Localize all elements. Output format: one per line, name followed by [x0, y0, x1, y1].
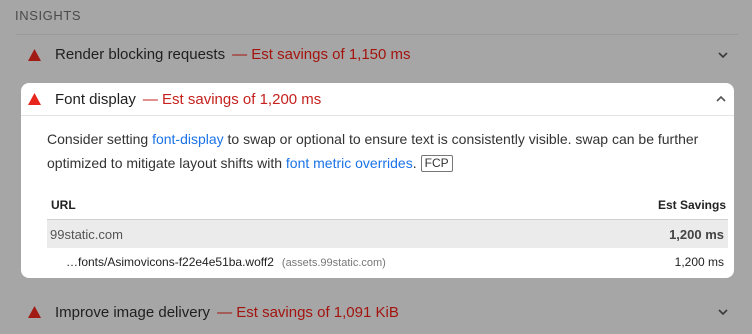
audit-title: Font display — [55, 90, 136, 108]
savings-table: URL Est Savings 99static.com 1,200 ms …f… — [47, 191, 728, 276]
audit-savings: — Est savings of 1,200 ms — [142, 90, 322, 108]
chevron-up-icon[interactable] — [714, 92, 728, 106]
warning-triangle-icon — [28, 306, 41, 318]
audit-description: Consider setting font-display to swap or… — [47, 127, 707, 175]
audit-title: Render blocking requests — [55, 46, 226, 63]
table-header: URL Est Savings — [47, 191, 728, 220]
chevron-down-icon[interactable] — [716, 305, 730, 319]
warning-triangle-icon — [28, 93, 41, 105]
audit-font-display: Font display — Est savings of 1,200 ms C… — [21, 83, 734, 278]
audit-savings: — Est savings of 1,091 KiB — [217, 303, 399, 321]
description-text: Consider setting — [47, 131, 153, 147]
insights-heading: INSIGHTS — [15, 8, 82, 23]
audit-render-blocking[interactable]: Render blocking requests — Est savings o… — [16, 34, 738, 74]
resource-url-cell: …fonts/Asimovicons-f22e4e51ba.woff2 (asse… — [66, 255, 675, 269]
chevron-down-icon[interactable] — [716, 48, 730, 62]
audit-header[interactable]: Font display — Est savings of 1,200 ms — [21, 83, 734, 116]
audit-image-delivery[interactable]: Improve image delivery — Est savings of … — [16, 292, 738, 332]
group-domain: 99static.com — [50, 226, 123, 242]
table-row: …fonts/Asimovicons-f22e4e51ba.woff2 (asse… — [47, 248, 728, 276]
column-est-savings: Est Savings — [657, 198, 726, 212]
description-text: . — [412, 155, 417, 171]
resource-url[interactable]: …fonts/Asimovicons-f22e4e51ba.woff2 — [66, 255, 274, 269]
table-group-row: 99static.com 1,200 ms — [47, 220, 728, 248]
font-display-link[interactable]: font-display — [152, 131, 224, 147]
audit-title: Improve image delivery — [55, 303, 211, 321]
resource-savings: 1,200 ms — [674, 255, 724, 269]
column-url: URL — [51, 198, 76, 212]
warning-triangle-icon — [28, 48, 41, 61]
resource-origin: (assets.99static.com) — [281, 257, 386, 269]
metric-badge-fcp: FCP — [420, 155, 453, 172]
font-metric-overrides-link[interactable]: font metric overrides — [286, 155, 413, 171]
audit-savings: — Est savings of 1,150 ms — [232, 46, 411, 63]
group-savings: 1,200 ms — [669, 226, 724, 242]
